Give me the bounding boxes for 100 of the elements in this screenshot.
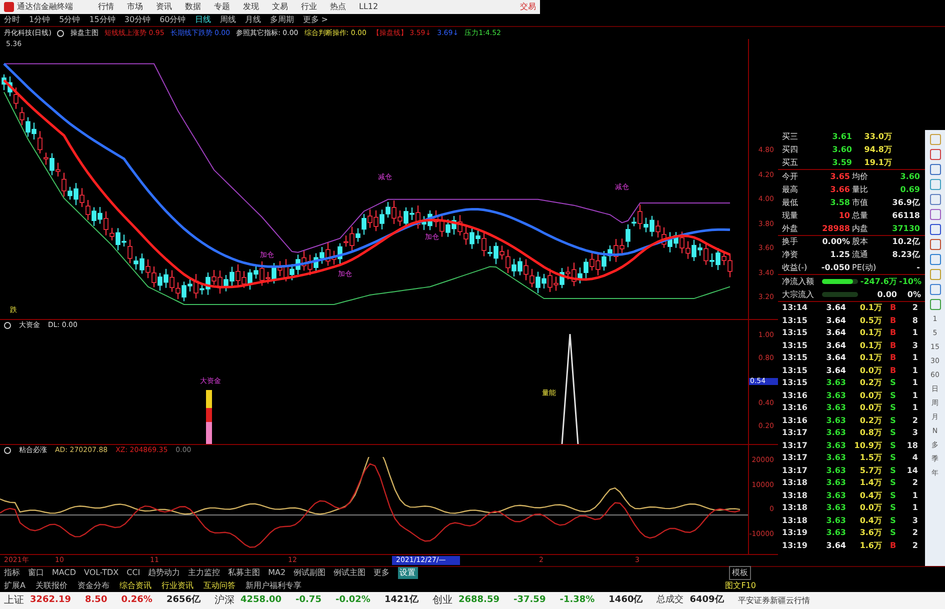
tick-price: 3.63 xyxy=(825,452,846,464)
period-tab[interactable]: 日线 xyxy=(194,14,211,26)
menu-item[interactable]: 专题 xyxy=(214,1,230,13)
toolbar-tool-icon[interactable] xyxy=(930,209,940,220)
tick-time: 13:18 xyxy=(782,502,808,514)
indicator-tab[interactable]: 例试副图 xyxy=(294,567,326,579)
tick-count: 2 xyxy=(911,414,918,427)
tick-price: 3.63 xyxy=(825,402,846,414)
index-amount: 1460亿 xyxy=(608,594,643,607)
tick-count: 2 xyxy=(911,540,918,552)
period-tab[interactable]: 1分钟 xyxy=(29,14,50,26)
tick-price: 3.63 xyxy=(825,477,846,490)
stat-label: 股本 xyxy=(851,236,869,248)
menu-item[interactable]: 发现 xyxy=(243,1,259,13)
stat-value: 0.69 xyxy=(899,184,920,196)
period-tab[interactable]: 多周期 xyxy=(270,14,294,26)
info-tab[interactable]: 综合资讯 xyxy=(119,580,152,592)
indicator-tab[interactable]: CCI xyxy=(126,567,140,579)
stat-value: 10 xyxy=(838,210,850,222)
tick-side: B xyxy=(888,364,898,377)
stat-label: 内盘 xyxy=(851,222,869,234)
settings-icon[interactable] xyxy=(4,322,11,328)
flow-amount: 0.00 xyxy=(876,288,897,300)
period-tab[interactable]: 更多 > xyxy=(302,14,328,26)
menu-item[interactable]: 资讯 xyxy=(156,1,172,13)
flow-bar xyxy=(822,292,858,297)
tick-time: 13:18 xyxy=(782,490,808,502)
info-tab[interactable]: 新用户福利专享 xyxy=(245,580,302,592)
tick-volume: 0.0万 xyxy=(858,402,882,414)
tick-time: 13:16 xyxy=(782,414,808,427)
indicator-tab[interactable]: 指标 xyxy=(4,567,20,579)
period-tab[interactable]: 分时 xyxy=(4,14,20,26)
tick-time: 13:17 xyxy=(782,452,808,464)
period-tab[interactable]: 30分钟 xyxy=(124,14,151,26)
menu-item[interactable]: 市场 xyxy=(127,1,143,13)
tick-side: B xyxy=(888,327,898,340)
period-tab[interactable]: 15分钟 xyxy=(89,14,116,26)
indicator-tab[interactable]: 更多 xyxy=(374,567,390,579)
template-button[interactable]: 模板 xyxy=(729,566,751,580)
index-name: 创业 xyxy=(432,594,452,608)
period-tab[interactable]: 60分钟 xyxy=(160,14,186,26)
app-title: 通达信金融终端 xyxy=(17,1,73,13)
tick-volume: 10.9万 xyxy=(853,440,882,452)
menu-item[interactable]: 行情 xyxy=(98,1,114,13)
toolbar-tool-icon[interactable] xyxy=(930,254,940,265)
period-tab[interactable]: 周线 xyxy=(220,14,236,26)
menu-item[interactable]: 热点 xyxy=(330,1,346,13)
tick-time: 13:16 xyxy=(782,402,808,414)
indicator-tab[interactable]: 趋势动力 xyxy=(148,567,180,579)
trade-menu-item[interactable]: 交易 xyxy=(520,1,536,13)
f10-link[interactable]: 图文F10 xyxy=(725,580,756,592)
indicator-tab[interactable]: VOL-TDX xyxy=(84,567,119,579)
menu-item[interactable]: 行业 xyxy=(301,1,317,13)
period-tab[interactable]: 月线 xyxy=(244,14,261,26)
tick-volume: 0.0万 xyxy=(858,364,882,377)
settings-icon[interactable] xyxy=(4,446,11,454)
toolbar-tool-icon[interactable] xyxy=(930,164,940,175)
tick-side: S xyxy=(889,402,897,414)
indicator-tab[interactable]: MACD xyxy=(52,567,76,579)
tick-count: 1 xyxy=(911,502,918,514)
tick-side: B xyxy=(888,302,898,314)
toolbar-tool-icon[interactable] xyxy=(930,194,940,205)
tick-count: 2 xyxy=(911,527,918,540)
tick-side: S xyxy=(889,527,897,540)
stat-value: - xyxy=(916,262,920,274)
indicator-tab[interactable]: 主力监控 xyxy=(188,567,220,579)
stat-value: 0.00% xyxy=(821,236,850,248)
period-tab[interactable]: 5分钟 xyxy=(59,14,80,26)
menu-item[interactable]: 文易 xyxy=(272,1,288,13)
info-tab[interactable]: 资金分布 xyxy=(77,580,110,592)
flow-label: 净流入额 xyxy=(782,276,815,288)
toolbar-tool-icon[interactable] xyxy=(930,284,940,295)
tick-side: S xyxy=(889,427,897,440)
toolbar-tool-icon[interactable] xyxy=(930,179,940,190)
toolbar-tool-icon[interactable] xyxy=(930,299,940,310)
settings-icon[interactable] xyxy=(57,30,64,36)
tick-price: 3.64 xyxy=(825,352,846,364)
tick-count: 2 xyxy=(911,477,918,490)
tick-volume: 0.1万 xyxy=(858,302,882,314)
index-amount: 2656亿 xyxy=(166,594,201,607)
toolbar-tool-icon[interactable] xyxy=(930,149,940,160)
toolbar-tool-icon[interactable] xyxy=(930,239,940,250)
order-volume: 94.8万 xyxy=(863,144,892,156)
tick-volume: 0.0万 xyxy=(858,502,882,514)
info-tab[interactable]: 扩展A xyxy=(4,580,26,592)
indicator-tab[interactable]: 窗口 xyxy=(28,567,44,579)
info-tab[interactable]: 行业资讯 xyxy=(161,580,194,592)
indicator-tab[interactable]: 设置 xyxy=(398,567,418,579)
indicator-tab[interactable]: MA2 xyxy=(268,567,286,579)
index-change: 8.50 xyxy=(85,594,108,607)
tick-time: 13:15 xyxy=(782,314,808,327)
toolbar-tool-icon[interactable] xyxy=(930,224,940,235)
info-tab[interactable]: 互动问答 xyxy=(203,580,236,592)
info-tab[interactable]: 关联报价 xyxy=(35,580,68,592)
indicator-tab[interactable]: 例试主图 xyxy=(334,567,366,579)
tick-volume: 0.5万 xyxy=(858,314,882,327)
menu-item[interactable]: 数据 xyxy=(185,1,201,13)
indicator-tab[interactable]: 私募主图 xyxy=(228,567,260,579)
tick-time: 13:15 xyxy=(782,377,808,390)
menu-item[interactable]: LL12 xyxy=(359,1,378,13)
